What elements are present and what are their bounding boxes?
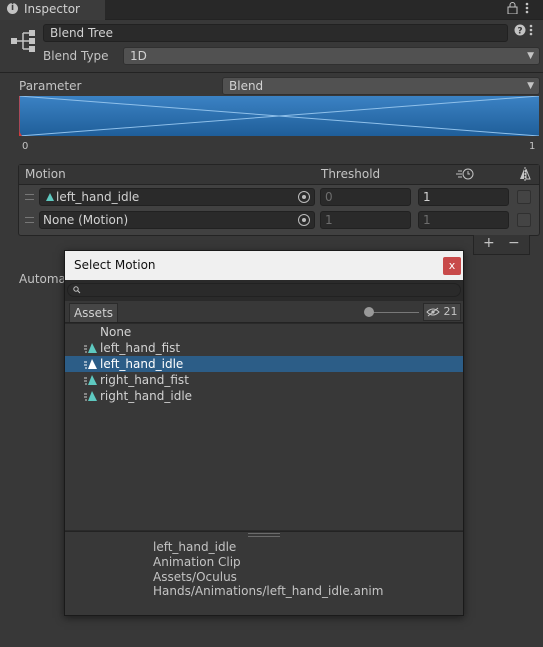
help-icon[interactable]: ? [514,24,526,39]
motion-field-value: None (Motion) [43,213,129,227]
threshold-right-row-2[interactable]: 1 [418,211,509,229]
tab-inspector[interactable]: i Inspector [0,0,105,20]
tab-inspector-label: Inspector [24,2,80,16]
tab-bar: i Inspector [0,0,543,20]
list-item-selected[interactable]: left_hand_idle [65,356,463,372]
motion-field-row-2[interactable]: None (Motion) [39,211,315,229]
animation-clip-icon [84,375,97,385]
dialog-tabs: Assets 21 [65,301,463,323]
list-item[interactable]: right_hand_idle [65,388,463,404]
list-item-label: right_hand_idle [100,389,193,403]
blend-type-label: Blend Type [43,49,109,63]
parameter-label: Parameter [19,79,82,93]
row-drag-handle[interactable] [25,217,34,223]
threshold-column-header: Threshold [321,167,381,181]
remove-button[interactable]: − [508,235,520,251]
mirror-icon [519,167,531,184]
header-divider [0,72,543,73]
automate-thresholds-label: Automat [19,272,71,286]
blend-tree-icon [10,28,36,54]
preview-name: left_hand_idle [153,540,237,554]
add-button[interactable]: + [483,235,495,251]
threshold-left-row-1[interactable]: 0 [320,188,411,206]
motion-list: Motion Threshold left_hand_idle 0 1 None… [18,164,540,236]
dialog-title-bar: Select Motion x [65,251,463,280]
blend-graph[interactable] [16,95,540,137]
object-picker-icon[interactable] [298,214,310,226]
chevron-down-icon: ▼ [527,81,534,91]
animation-clip-icon [84,359,97,369]
list-item[interactable]: left_hand_fist [65,340,463,356]
threshold-right-row-1[interactable]: 1 [418,188,509,206]
time-scale-icon [455,168,475,183]
close-button[interactable]: x [443,257,461,275]
blend-type-value: 1D [130,49,147,63]
animation-clip-icon [84,343,97,353]
search-icon [73,286,81,294]
preview-path: Assets/Oculus Hands/Animations/left_hand… [153,570,384,598]
name-field[interactable]: Blend Tree [43,24,508,42]
object-picker-icon[interactable] [298,191,310,203]
list-item[interactable]: right_hand_fist [65,372,463,388]
motion-column-header: Motion [25,167,66,181]
visibility-toggle[interactable]: 21 [423,303,461,321]
mirror-checkbox-row-2[interactable] [517,213,531,227]
select-motion-dialog: Select Motion x Assets 21 None left_hand… [64,250,464,616]
kebab-menu-icon[interactable] [525,2,529,17]
tab-assets[interactable]: Assets [69,303,118,322]
icon-size-slider-handle[interactable] [364,307,374,317]
list-item-label: left_hand_idle [100,357,184,371]
add-remove-footer: + − [473,235,530,255]
range-max-label: 1 [529,141,536,152]
search-input[interactable] [67,283,461,297]
list-item-label: left_hand_fist [100,341,181,355]
info-icon: i [7,3,18,14]
row-drag-handle[interactable] [25,194,34,200]
list-item-label: right_hand_fist [100,373,189,387]
preview-panel: left_hand_idle Animation Clip Assets/Ocu… [65,531,463,615]
threshold-left-row-2[interactable]: 1 [320,211,411,229]
range-min-label: 0 [22,141,29,152]
lock-icon[interactable] [507,2,518,17]
blend-type-dropdown[interactable]: 1D ▼ [123,47,540,65]
hidden-eye-icon [426,307,440,317]
list-item-none[interactable]: None [65,324,463,340]
visible-count: 21 [443,305,458,318]
motion-asset-list: None left_hand_fist left_hand_idle right… [65,324,463,530]
chevron-down-icon: ▼ [527,51,534,61]
parameter-value: Blend [229,79,264,93]
svg-text:?: ? [517,27,522,37]
motion-field-row-1[interactable]: left_hand_idle [39,188,315,206]
parameter-dropdown[interactable]: Blend ▼ [222,77,540,95]
animation-clip-icon [84,391,97,401]
motion-list-header: Motion Threshold [19,165,539,185]
list-item-label: None [100,325,132,339]
animation-clip-icon [46,193,54,201]
motion-field-value: left_hand_idle [56,190,140,204]
mirror-checkbox-row-1[interactable] [517,190,531,204]
context-menu-icon[interactable] [529,24,533,39]
preview-type: Animation Clip [153,555,241,569]
dialog-title: Select Motion [74,258,156,272]
preview-resize-handle[interactable] [248,533,280,537]
